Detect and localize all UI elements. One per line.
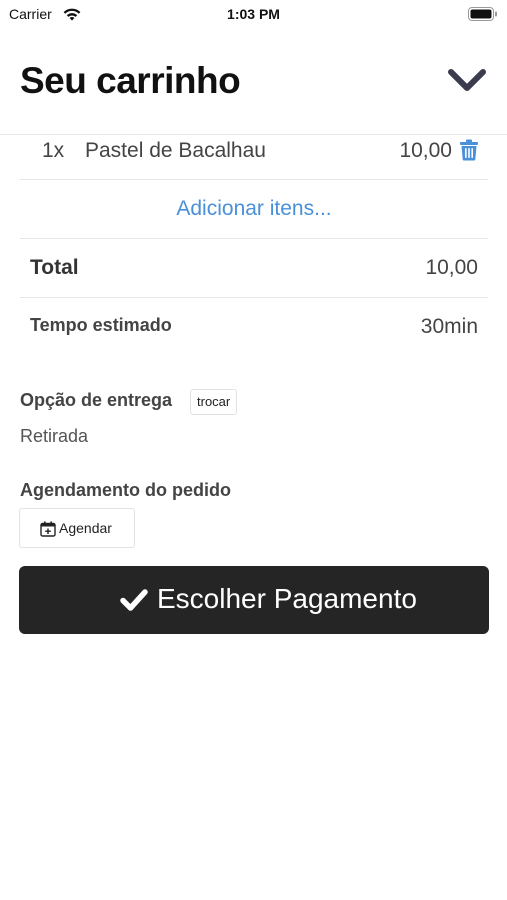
add-items-link[interactable]: Adicionar itens... [176,197,331,220]
calendar-plus-icon [40,521,56,537]
page-title: Seu carrinho [20,60,241,101]
schedule-button[interactable]: Agendar [19,508,135,548]
schedule-button-label: Agendar [59,520,112,536]
cart-header: Seu carrinho [20,55,487,107]
choose-payment-label: Escolher Pagamento [157,583,417,614]
battery-icon [468,7,497,21]
status-bar: Carrier 1:03 PM [0,0,507,30]
status-time: 1:03 PM [227,6,280,22]
change-delivery-button[interactable]: trocar [190,389,238,415]
check-icon [120,589,148,611]
item-price: 10,00 [399,139,452,162]
chevron-down-icon [448,69,486,91]
item-name: Pastel de Bacalhau [85,139,266,162]
total-value: 10,00 [425,256,478,279]
add-items-row: Adicionar itens... [20,180,488,239]
collapse-cart-button[interactable] [447,67,487,95]
total-label: Total [30,256,79,279]
total-row: Total 10,00 [20,239,488,298]
item-quantity: 1x [42,139,65,162]
estimated-time-label: Tempo estimado [30,315,172,335]
trash-icon[interactable] [459,139,479,161]
choose-payment-button[interactable]: Escolher Pagamento [19,566,489,634]
estimated-time-row: Tempo estimado 30min [20,298,488,358]
schedule-label: Agendamento do pedido [20,480,231,500]
delivery-option-value: Retirada [20,426,89,446]
delivery-option-label: Opção de entrega [20,390,173,410]
cart-item-row: 1x Pastel de Bacalhau 10,00 [20,135,488,180]
estimated-time-value: 30min [420,315,478,338]
